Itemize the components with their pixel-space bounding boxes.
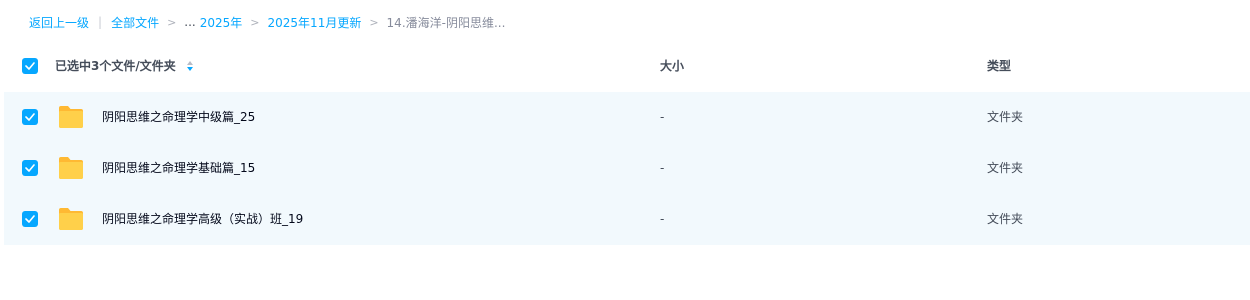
back-link[interactable]: 返回上一级 [29, 14, 89, 31]
table-row[interactable]: 阴阳思维之命理学中级篇_25 - 文件夹 [4, 92, 1250, 143]
selection-count-text: 已选中3个文件/文件夹 [55, 59, 176, 73]
selection-count-label[interactable]: 已选中3个文件/文件夹 [55, 44, 194, 88]
table-row[interactable]: 阴阳思维之命理学高级（实战）班_19 - 文件夹 [4, 194, 1250, 245]
row-checkbox[interactable] [22, 160, 38, 176]
check-icon [25, 113, 35, 121]
file-size: - [660, 161, 665, 175]
file-size: - [660, 212, 665, 226]
check-icon [25, 164, 35, 172]
folder-icon [59, 157, 83, 179]
file-list-header: 已选中3个文件/文件夹 大小 类型 [0, 44, 1250, 88]
sort-icon[interactable] [186, 60, 194, 72]
check-icon [25, 215, 35, 223]
breadcrumb-all-files[interactable]: 全部文件 [111, 14, 159, 31]
table-row[interactable]: 阴阳思维之命理学基础篇_15 - 文件夹 [4, 143, 1250, 194]
file-name[interactable]: 阴阳思维之命理学中级篇_25 [102, 92, 255, 143]
row-checkbox[interactable] [22, 211, 38, 227]
chevron-right-icon: > [369, 15, 379, 29]
breadcrumb-ellipsis[interactable]: ... [184, 15, 195, 29]
size-column-header[interactable]: 大小 [660, 44, 684, 88]
file-type: 文件夹 [987, 212, 1024, 226]
type-column-header[interactable]: 类型 [987, 44, 1011, 88]
check-icon [25, 62, 35, 70]
divider: | [98, 15, 103, 29]
folder-icon [59, 208, 83, 230]
select-all-checkbox[interactable] [22, 58, 38, 74]
file-name[interactable]: 阴阳思维之命理学基础篇_15 [102, 143, 255, 194]
folder-icon [59, 106, 83, 128]
chevron-right-icon: > [167, 15, 177, 29]
file-type: 文件夹 [987, 110, 1024, 124]
file-size: - [660, 110, 665, 124]
file-type: 文件夹 [987, 161, 1024, 175]
row-checkbox[interactable] [22, 109, 38, 125]
breadcrumb-current: 14.潘海洋-阴阳思维... [386, 15, 506, 30]
breadcrumb-month[interactable]: 2025年11月更新 [268, 14, 362, 31]
chevron-right-icon: > [250, 15, 260, 29]
breadcrumb: 返回上一级 | 全部文件 > ... 2025年 > 2025年11月更新 > … [29, 8, 505, 36]
breadcrumb-year[interactable]: 2025年 [200, 14, 243, 31]
file-name[interactable]: 阴阳思维之命理学高级（实战）班_19 [102, 194, 303, 245]
